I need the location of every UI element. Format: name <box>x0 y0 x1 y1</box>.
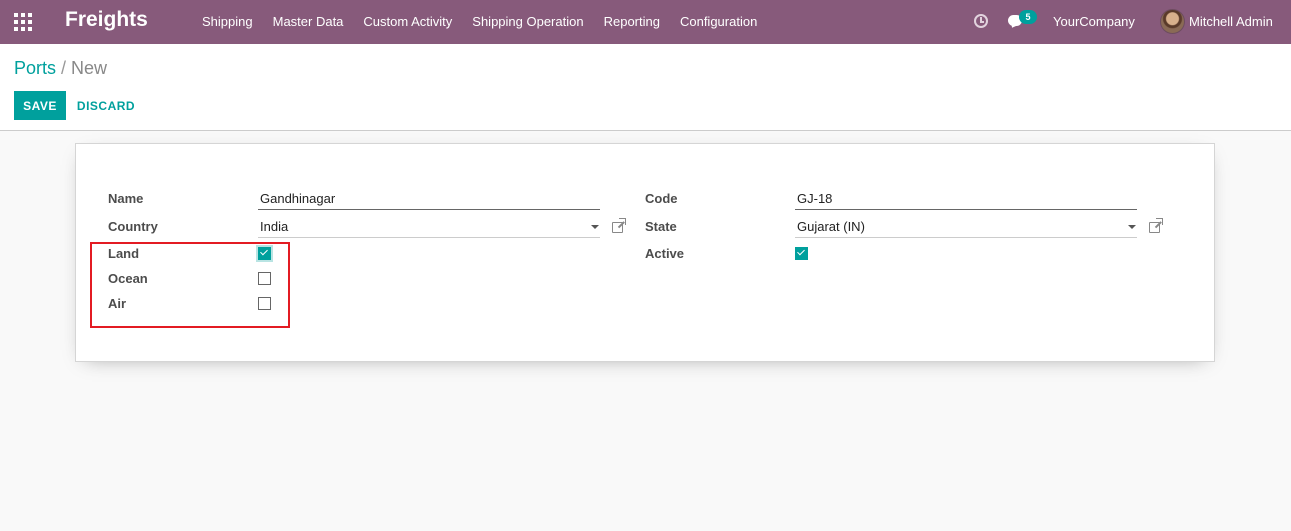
user-avatar[interactable] <box>1160 9 1185 34</box>
breadcrumb: Ports / New <box>14 58 107 79</box>
breadcrumb-current: New <box>71 58 108 78</box>
active-checkbox[interactable] <box>795 247 808 260</box>
app-brand[interactable]: Freights <box>65 8 148 32</box>
save-button[interactable]: SAVE <box>14 91 66 120</box>
country-select[interactable]: India <box>258 216 600 238</box>
country-value: India <box>260 219 289 234</box>
state-label: State <box>645 219 677 234</box>
menu-item-configuration[interactable]: Configuration <box>670 0 767 44</box>
name-field[interactable] <box>258 188 600 210</box>
country-label: Country <box>108 219 158 234</box>
control-panel: Ports / New SAVE DISCARD <box>0 44 1291 131</box>
main-menu: Shipping Master Data Custom Activity Shi… <box>192 0 767 44</box>
external-link-icon[interactable] <box>1149 218 1163 233</box>
code-label: Code <box>645 191 678 206</box>
menu-item-shipping-operation[interactable]: Shipping Operation <box>462 0 593 44</box>
state-select[interactable]: Gujarat (IN) <box>795 216 1137 238</box>
user-menu[interactable]: Mitchell Admin <box>1189 0 1273 44</box>
state-value: Gujarat (IN) <box>797 219 865 234</box>
name-label: Name <box>108 191 144 206</box>
top-navbar: Freights Shipping Master Data Custom Act… <box>0 0 1291 44</box>
menu-item-master-data[interactable]: Master Data <box>263 0 354 44</box>
menu-item-custom-activity[interactable]: Custom Activity <box>353 0 462 44</box>
menu-item-shipping[interactable]: Shipping <box>192 0 263 44</box>
menu-item-reporting[interactable]: Reporting <box>594 0 670 44</box>
code-field[interactable] <box>795 188 1137 210</box>
breadcrumb-separator: / <box>61 58 67 78</box>
active-label: Active <box>645 246 685 261</box>
activity-clock-icon[interactable] <box>974 14 988 28</box>
discard-button[interactable]: DISCARD <box>70 91 142 120</box>
chevron-down-icon <box>1128 225 1136 229</box>
messages-count-badge: 5 <box>1019 10 1037 24</box>
highlight-annotation-box <box>90 242 290 328</box>
apps-menu-icon[interactable] <box>14 13 32 31</box>
external-link-icon[interactable] <box>612 218 626 233</box>
breadcrumb-ports-link[interactable]: Ports <box>14 58 56 78</box>
chevron-down-icon <box>591 225 599 229</box>
company-switcher[interactable]: YourCompany <box>1053 0 1135 44</box>
